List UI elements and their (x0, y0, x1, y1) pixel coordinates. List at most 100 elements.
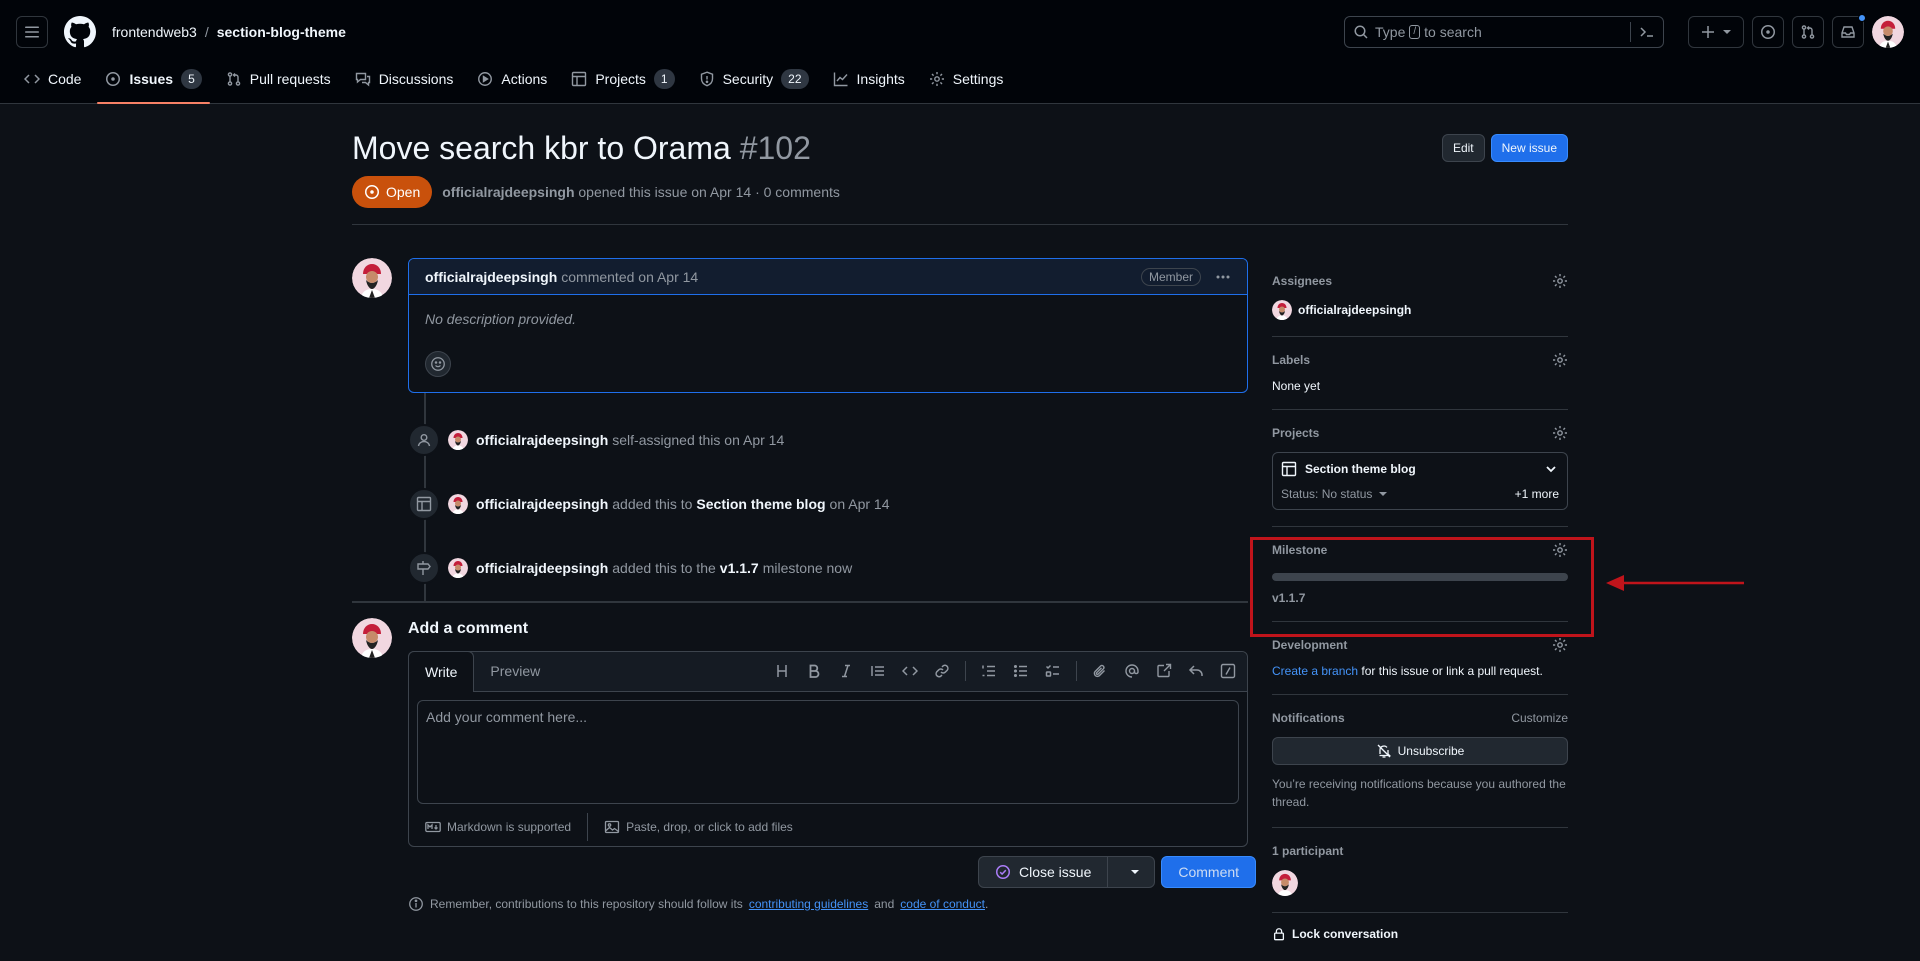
gear-icon[interactable] (1552, 542, 1568, 558)
event-actor-link[interactable]: officialrajdeepsingh (476, 560, 608, 576)
tab-projects-label: Projects (595, 71, 646, 87)
files-note: Paste, drop, or click to add files (626, 820, 793, 834)
milestone-link[interactable]: v1.1.7 (1272, 591, 1568, 605)
edit-title-button[interactable]: Edit (1441, 134, 1485, 162)
lock-conversation-button[interactable]: Lock conversation (1272, 927, 1568, 941)
add-comment-heading: Add a comment (408, 620, 529, 637)
tab-code[interactable]: Code (16, 62, 89, 96)
tab-pull-requests[interactable]: Pull requests (218, 62, 339, 96)
issue-meta: Open officialrajdeepsingh opened this is… (352, 176, 1568, 208)
kebab-horizontal-icon[interactable] (1215, 269, 1231, 285)
issue-author-link[interactable]: officialrajdeepsingh (442, 184, 574, 200)
tab-security[interactable]: Security 22 (691, 62, 817, 96)
project-link[interactable]: Section theme blog (696, 496, 825, 512)
project-name-link[interactable]: Section theme blog (1305, 462, 1416, 476)
notification-dot (1858, 14, 1866, 22)
tab-insights[interactable]: Insights (825, 62, 913, 96)
command-palette-icon[interactable] (1630, 22, 1655, 42)
avatar[interactable] (448, 430, 468, 450)
new-issue-button[interactable]: New issue (1490, 134, 1568, 162)
event-actor-link[interactable]: officialrajdeepsingh (476, 432, 608, 448)
markdown-support-link[interactable]: Markdown is supported (417, 819, 579, 835)
plus-icon (1702, 26, 1714, 38)
comment-timestamp[interactable]: commented on Apr 14 (561, 269, 698, 285)
gear-icon[interactable] (1552, 637, 1568, 653)
bold-icon[interactable] (799, 657, 829, 685)
tab-actions[interactable]: Actions (469, 62, 555, 96)
tab-actions-label: Actions (501, 71, 548, 87)
unsubscribe-label: Unsubscribe (1397, 744, 1465, 758)
comment-author-link[interactable]: officialrajdeepsingh (425, 269, 557, 285)
tab-settings[interactable]: Settings (921, 62, 1012, 96)
close-issue-button[interactable]: Close issue (979, 857, 1109, 887)
avatar[interactable] (352, 258, 392, 298)
create-branch-link[interactable]: Create a branch (1272, 664, 1358, 678)
tab-issues[interactable]: Issues 5 (97, 62, 211, 104)
timeline-end-divider (352, 601, 1248, 603)
tab-preview[interactable]: Preview (474, 651, 556, 691)
customize-link[interactable]: Customize (1511, 711, 1568, 725)
labels-section: Labels None yet (1272, 337, 1568, 410)
cross-reference-icon[interactable] (1149, 657, 1179, 685)
issues-button[interactable] (1752, 16, 1784, 48)
menu-button[interactable] (16, 16, 48, 48)
add-files-button[interactable]: Paste, drop, or click to add files (596, 819, 801, 835)
shield-icon (700, 71, 713, 87)
search-input[interactable]: Type / to search (1344, 16, 1664, 48)
slash-command-icon[interactable] (1213, 657, 1243, 685)
italic-icon[interactable] (831, 657, 861, 685)
event-actor-link[interactable]: officialrajdeepsingh (476, 496, 608, 512)
tab-discussions[interactable]: Discussions (347, 62, 462, 96)
gear-icon[interactable] (1552, 273, 1568, 289)
ordered-list-icon[interactable] (974, 657, 1004, 685)
git-pull-request-icon (227, 72, 241, 86)
reply-icon[interactable] (1181, 657, 1211, 685)
paperclip-icon[interactable] (1085, 657, 1115, 685)
milestone-link[interactable]: v1.1.7 (720, 560, 759, 576)
comment-textarea[interactable]: Add your comment here... (417, 700, 1239, 804)
projects-section: Projects Section theme blog Status: No s… (1272, 410, 1568, 527)
avatar[interactable] (352, 618, 392, 658)
event-text: added this to (612, 496, 693, 512)
user-avatar[interactable] (1872, 16, 1904, 48)
inbox-button[interactable] (1832, 14, 1866, 48)
close-issue-label: Close issue (1019, 864, 1092, 880)
avatar[interactable] (1272, 870, 1298, 896)
table-icon (1281, 461, 1297, 477)
avatar[interactable] (1272, 300, 1292, 320)
quote-icon[interactable] (863, 657, 893, 685)
create-new-button[interactable] (1688, 16, 1744, 48)
unsubscribe-button[interactable]: Unsubscribe (1272, 737, 1568, 765)
breadcrumb-owner[interactable]: frontendweb3 (112, 24, 197, 40)
breadcrumb-repo[interactable]: section-blog-theme (217, 24, 346, 40)
gear-icon[interactable] (1552, 352, 1568, 368)
avatar[interactable] (448, 558, 468, 578)
comment-button[interactable]: Comment (1161, 856, 1257, 888)
status-label: Open (386, 184, 421, 200)
assignees-section: Assignees officialrajdeepsingh (1272, 258, 1568, 337)
avatar[interactable] (448, 494, 468, 514)
heading-icon[interactable] (767, 657, 797, 685)
hamburger-icon (25, 26, 39, 38)
tab-write[interactable]: Write (408, 651, 475, 692)
link-icon[interactable] (927, 657, 957, 685)
project-status-select[interactable]: Status: No status (1281, 487, 1372, 501)
chevron-down-icon[interactable] (1543, 461, 1559, 477)
smiley-icon[interactable] (425, 351, 451, 377)
more-fields-link[interactable]: +1 more (1515, 487, 1559, 501)
tasklist-icon[interactable] (1038, 657, 1068, 685)
tab-projects[interactable]: Projects 1 (563, 62, 682, 96)
mention-icon[interactable] (1117, 657, 1147, 685)
unordered-list-icon[interactable] (1006, 657, 1036, 685)
code-of-conduct-link[interactable]: code of conduct (900, 897, 985, 911)
assignee-link[interactable]: officialrajdeepsingh (1298, 303, 1411, 317)
table-icon (572, 71, 587, 87)
contributing-guidelines-link[interactable]: contributing guidelines (749, 897, 868, 911)
triangle-down-icon[interactable] (1116, 857, 1154, 887)
triangle-down-icon[interactable] (1378, 489, 1388, 499)
pull-requests-button[interactable] (1792, 16, 1824, 48)
github-logo-icon[interactable] (64, 16, 96, 48)
code-icon[interactable] (895, 657, 925, 685)
projects-count-badge: 1 (653, 69, 675, 89)
gear-icon[interactable] (1552, 425, 1568, 441)
